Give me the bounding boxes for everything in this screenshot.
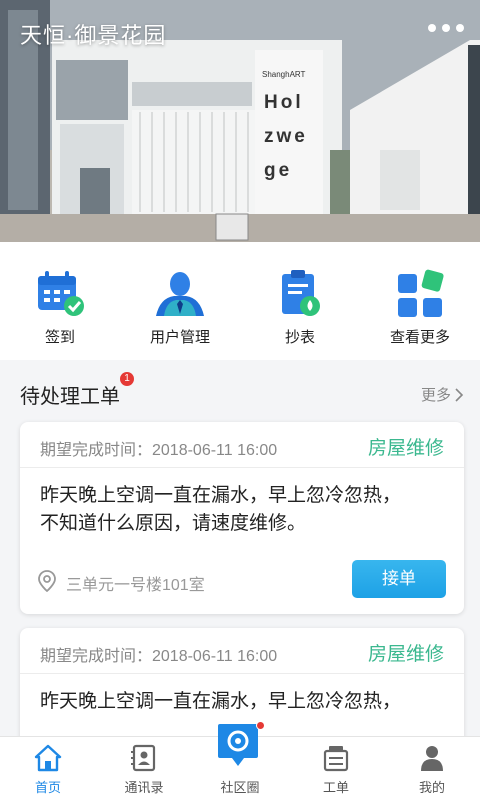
user-manage-icon: [156, 272, 204, 316]
tab-label: 工单: [322, 780, 349, 795]
poster-line-1: Hol: [264, 92, 304, 113]
tab-contacts[interactable]: 通讯录: [96, 737, 192, 800]
tab-work-order[interactable]: 工单: [288, 737, 384, 800]
quick-action-label: 签到: [44, 329, 75, 346]
order-location: 三单元一号楼101室: [66, 577, 205, 594]
more-label: 更多: [420, 387, 451, 404]
tab-label: 首页: [34, 780, 61, 795]
location-pin-icon: [38, 570, 56, 592]
tab-profile[interactable]: 我的: [384, 737, 480, 800]
calendar-check-icon: [38, 271, 84, 316]
chevron-right-icon: [455, 387, 464, 402]
quick-action-label: 抄表: [284, 329, 315, 346]
work-order-card[interactable]: 期望完成时间：2018-06-11 16:00 房屋维修 昨天晚上空调一直在漏水…: [20, 422, 464, 614]
more-menu-button[interactable]: [428, 24, 464, 32]
quick-action-meter-read[interactable]: 抄表: [240, 242, 360, 360]
dot-icon: [442, 24, 450, 32]
card-header: 期望完成时间：2018-06-11 16:00 房屋维修: [20, 422, 464, 468]
dot-icon: [456, 24, 464, 32]
quick-action-user-manage[interactable]: 用户管理: [120, 242, 240, 360]
description-line: 不知道什么原因，请速度维修。: [40, 513, 307, 534]
notification-badge: 1: [120, 372, 134, 386]
quick-actions: 签到 用户管理 抄表 查看更多: [0, 242, 480, 360]
order-description: 昨天晚上空调一直在漏水，早上忽冷忽热， 不知道什么原因，请速度维修。: [20, 468, 464, 538]
meter-read-icon: [282, 270, 320, 316]
banner-image: Hol zwe ge ShanghART 天恒·御景花园: [0, 0, 480, 242]
quick-action-sign-in[interactable]: 签到: [0, 242, 120, 360]
quick-action-more[interactable]: 查看更多: [360, 242, 480, 360]
tab-label: 通讯录: [124, 780, 164, 795]
tab-home[interactable]: 首页: [0, 737, 96, 800]
profile-icon: [421, 746, 443, 771]
poster-line-2: zwe: [264, 126, 308, 147]
community-icon[interactable]: [216, 722, 260, 768]
pending-section-header: 待处理工单 更多: [0, 360, 480, 422]
more-link[interactable]: 更多: [421, 384, 464, 405]
order-type: 房屋维修: [367, 644, 444, 665]
expected-time: 期望完成时间：2018-06-11 16:00: [40, 648, 278, 665]
card-header: 期望完成时间：2018-06-11 16:00 房屋维修: [20, 628, 464, 674]
quick-action-label: 用户管理: [149, 329, 210, 346]
quick-action-label: 查看更多: [389, 329, 450, 346]
accept-order-button[interactable]: 接单: [352, 560, 446, 598]
description-line: 昨天晚上空调一直在漏水，早上忽冷忽热，: [40, 485, 402, 506]
contacts-icon: [131, 744, 156, 772]
work-order-icon: [323, 746, 349, 772]
card-footer: 三单元一号楼101室 接单: [20, 560, 464, 600]
tab-label: 我的: [418, 780, 445, 795]
poster-line-3: ge: [264, 160, 293, 181]
poster-brand: ShanghART: [262, 70, 306, 79]
description-line: 昨天晚上空调一直在漏水，早上忽冷忽热，: [40, 691, 402, 712]
community-unread-dot: [256, 721, 265, 730]
expected-time: 期望完成时间：2018-06-11 16:00: [40, 442, 278, 459]
poster-text: Hol zwe ge: [264, 86, 308, 188]
tab-label: 社区圈: [220, 780, 260, 795]
page-title: 天恒·御景花园: [20, 23, 167, 48]
order-type: 房屋维修: [367, 438, 444, 459]
section-title: 待处理工单: [20, 386, 120, 408]
grid-more-icon: [398, 269, 444, 317]
order-description: 昨天晚上空调一直在漏水，早上忽冷忽热，: [20, 674, 464, 716]
dot-icon: [428, 24, 436, 32]
home-icon: [34, 744, 62, 772]
